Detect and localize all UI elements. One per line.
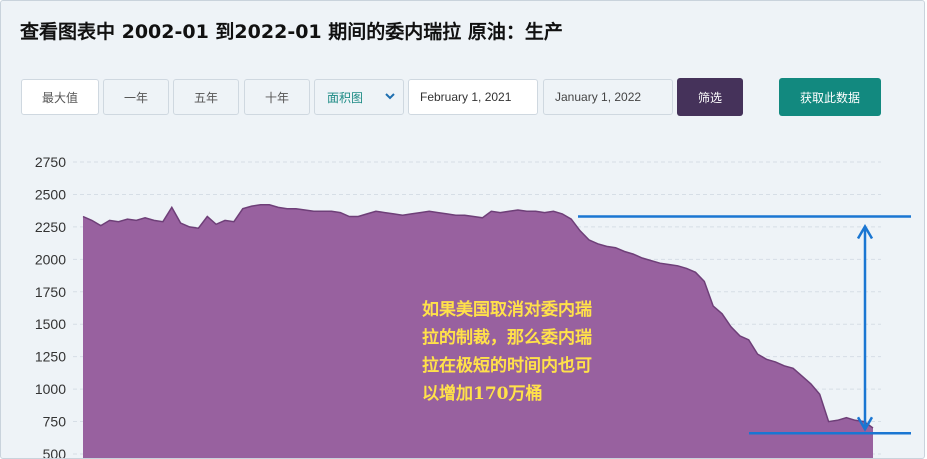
y-tick-label: 500 — [43, 446, 67, 458]
y-tick-label: 1750 — [35, 284, 66, 300]
y-tick-label: 1500 — [35, 316, 66, 332]
annotation-line: 拉在极短的时间内也可 — [422, 356, 592, 376]
y-tick-label: 1000 — [35, 381, 66, 397]
y-tick-label: 2500 — [35, 186, 66, 202]
y-tick-label: 1250 — [35, 349, 66, 365]
annotation-line: 如果美国取消对委内瑞 — [422, 300, 592, 320]
y-tick-label: 2750 — [35, 154, 66, 170]
annotation-text: 如果美国取消对委内瑞 拉的制裁，那么委内瑞 拉在极短的时间内也可 以增加170万… — [422, 296, 652, 408]
y-tick-label: 2250 — [35, 219, 66, 235]
annotation-line: 以增加170万桶 — [422, 384, 543, 404]
y-tick-label: 750 — [43, 414, 67, 430]
chart-panel: 查看图表中 2002-01 到2022-01 期间的委内瑞拉 原油：生产 最大值… — [0, 0, 925, 459]
y-tick-label: 2000 — [35, 251, 66, 267]
annotation-line: 拉的制裁，那么委内瑞 — [422, 328, 592, 348]
